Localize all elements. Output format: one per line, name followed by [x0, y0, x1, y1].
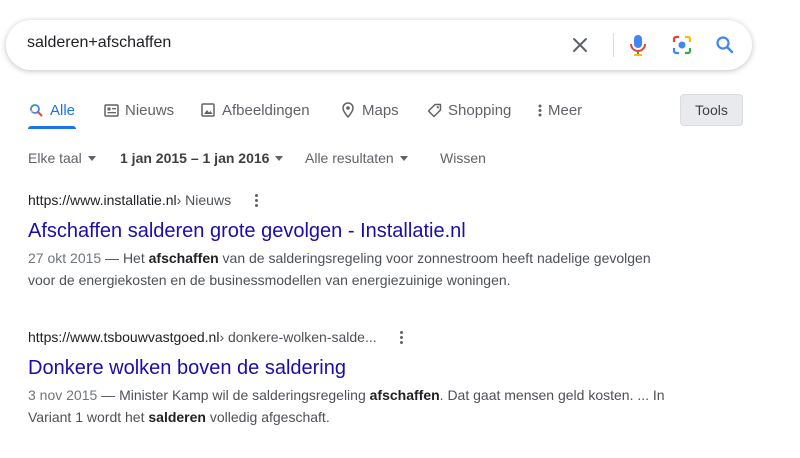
- result-breadcrumb: › donkere-wolken-salde...: [219, 329, 377, 345]
- tab-alle[interactable]: Alle: [28, 99, 75, 121]
- active-tab-indicator: [28, 126, 76, 129]
- snippet-highlight: salderen: [148, 409, 206, 425]
- results-filter[interactable]: Alle resultaten: [305, 150, 408, 166]
- result-title-link[interactable]: Donkere wolken boven de saldering: [28, 355, 668, 381]
- result-date: 3 nov 2015: [28, 387, 98, 403]
- clear-icon[interactable]: [566, 31, 594, 59]
- language-filter-label: Elke taal: [28, 150, 82, 166]
- tab-afbeeldingen[interactable]: Afbeeldingen: [200, 99, 310, 121]
- result-domain: https://www.tsbouwvastgoed.nl: [28, 329, 220, 345]
- results-filter-label: Alle resultaten: [305, 150, 394, 166]
- chevron-down-icon: [87, 155, 96, 161]
- more-options-icon[interactable]: [395, 327, 409, 347]
- result-breadcrumb: › Nieuws: [176, 192, 232, 208]
- image-icon: [200, 102, 216, 118]
- language-filter[interactable]: Elke taal: [28, 150, 96, 166]
- snippet-text: — Minister Kamp wil de salderingsregelin…: [97, 387, 370, 403]
- tab-label: Afbeeldingen: [222, 101, 310, 119]
- tab-label: Maps: [362, 101, 399, 119]
- chevron-down-icon: [399, 155, 408, 161]
- search-box[interactable]: salderen+afschaffen: [6, 20, 752, 70]
- search-tabs: Alle Nieuws Afbeeldingen Maps Shopping M…: [0, 92, 800, 130]
- date-range-filter[interactable]: 1 jan 2015 – 1 jan 2016: [120, 150, 284, 166]
- tag-icon: [426, 102, 442, 118]
- more-vert-icon: [536, 102, 544, 118]
- camera-lens-icon[interactable]: [668, 31, 696, 59]
- snippet-highlight: afschaffen: [148, 250, 219, 266]
- tab-maps[interactable]: Maps: [340, 99, 399, 121]
- tab-meer[interactable]: Meer: [536, 99, 582, 121]
- snippet-text: — Het: [101, 250, 149, 266]
- tab-label: Nieuws: [125, 101, 175, 119]
- filter-bar: Elke taal 1 jan 2015 – 1 jan 2016 Alle r…: [0, 150, 800, 170]
- result-snippet: 3 nov 2015 — Minister Kamp wil de salder…: [28, 384, 668, 428]
- search-divider: [613, 33, 614, 57]
- tab-shopping[interactable]: Shopping: [426, 99, 511, 121]
- search-input[interactable]: salderen+afschaffen: [27, 34, 171, 52]
- date-range-label: 1 jan 2015 – 1 jan 2016: [120, 150, 270, 166]
- chevron-down-icon: [275, 155, 284, 161]
- search-result: https://www.tsbouwvastgoed.nl › donkere-…: [28, 327, 668, 428]
- clear-filters-link[interactable]: Wissen: [440, 150, 486, 166]
- result-url[interactable]: https://www.tsbouwvastgoed.nl › donkere-…: [28, 327, 668, 347]
- search-icon[interactable]: [711, 31, 739, 59]
- tools-button[interactable]: Tools: [680, 94, 743, 126]
- search-icon: [28, 102, 44, 118]
- tab-label: Alle: [50, 101, 76, 119]
- search-result: https://www.installatie.nl › Nieuws Afsc…: [28, 190, 668, 291]
- tab-label: Meer: [548, 101, 583, 119]
- result-snippet: 27 okt 2015 — Het afschaffen van de sald…: [28, 247, 668, 291]
- result-date: 27 okt 2015: [28, 250, 102, 266]
- tab-label: Shopping: [448, 101, 512, 119]
- result-domain: https://www.installatie.nl: [28, 192, 177, 208]
- result-url[interactable]: https://www.installatie.nl › Nieuws: [28, 190, 668, 210]
- tab-nieuws[interactable]: Nieuws: [103, 99, 174, 121]
- microphone-icon[interactable]: [624, 31, 652, 59]
- map-pin-icon: [340, 102, 356, 118]
- news-icon: [103, 102, 119, 118]
- snippet-highlight: afschaffen: [369, 387, 440, 403]
- more-options-icon[interactable]: [249, 190, 263, 210]
- result-title-link[interactable]: Afschaffen salderen grote gevolgen - Ins…: [28, 218, 668, 244]
- snippet-text: volledig afgeschaft.: [205, 409, 330, 425]
